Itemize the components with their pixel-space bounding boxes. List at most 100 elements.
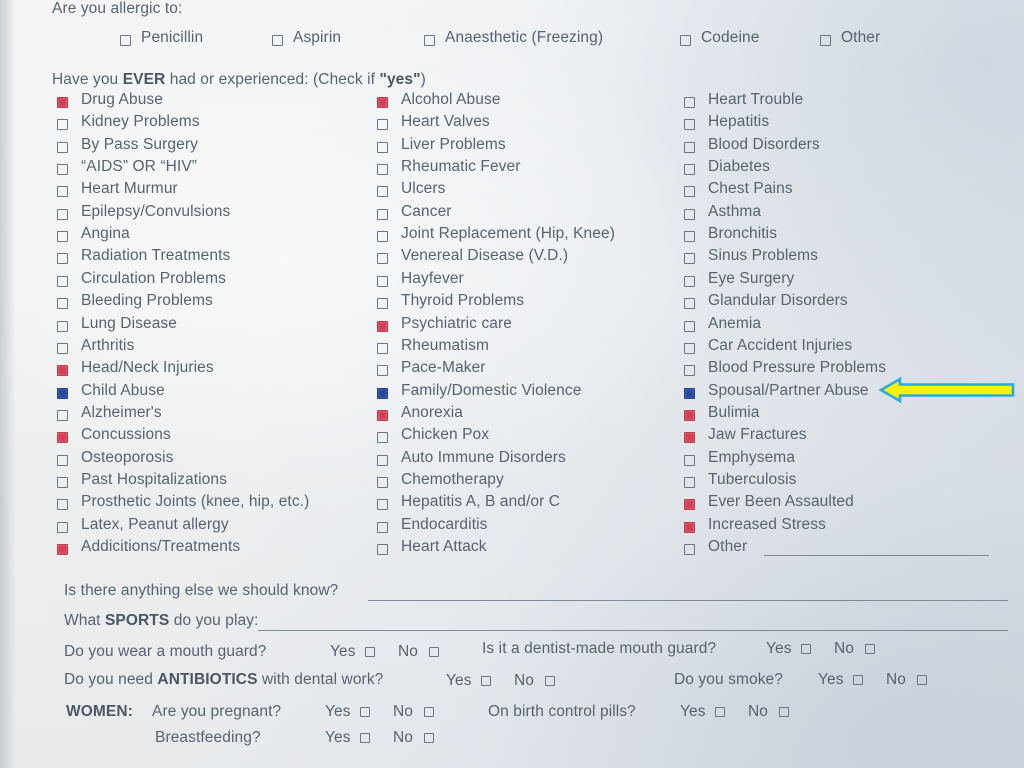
condition-label-heart-valves: Heart Valves [401, 113, 490, 131]
condition-checkbox-rheumatism[interactable] [377, 342, 388, 354]
condition-checkbox-emphysema[interactable] [684, 454, 695, 466]
condition-checkbox-anemia[interactable] [684, 320, 695, 332]
sports-input-line[interactable] [258, 630, 1008, 632]
condition-label-diabetes: Diabetes [708, 158, 770, 176]
condition-checkbox-arthritis[interactable] [57, 342, 68, 354]
condition-checkbox-chemotherapy[interactable] [377, 476, 388, 488]
breastfeeding-question: Breastfeeding? [155, 729, 261, 746]
allergy-checkbox-aspirin[interactable] [272, 35, 283, 46]
allergy-checkbox-anaesthetic-freezing[interactable] [424, 35, 435, 46]
condition-label-thyroid-problems: Thyroid Problems [401, 292, 525, 310]
allergy-checkbox-other[interactable] [820, 35, 831, 46]
condition-label-past-hospitalizations: Past Hospitalizations [81, 470, 227, 488]
condition-checkbox-pace-maker[interactable] [377, 365, 388, 377]
mouth-guard-yes-checkbox[interactable] [365, 647, 375, 657]
condition-checkbox-blood-pressure-problems[interactable] [684, 365, 695, 377]
condition-checkbox-asthma[interactable] [684, 208, 695, 220]
condition-checkbox-endocarditis[interactable] [377, 521, 388, 533]
condition-other-blank-line[interactable] [764, 555, 989, 557]
condition-checkbox-family-domestic-violence[interactable] [377, 387, 388, 399]
condition-label-chicken-pox: Chicken Pox [401, 426, 490, 444]
antibiotics-no-label: No [514, 672, 535, 689]
condition-checkbox-angina[interactable] [57, 231, 68, 243]
allergy-label-other: Other [841, 29, 881, 46]
condition-checkbox-bulimia[interactable] [684, 409, 695, 421]
pregnant-yes-checkbox[interactable] [360, 707, 370, 717]
condition-checkbox-blood-disorders[interactable] [684, 141, 695, 153]
mouth-guard-no-checkbox[interactable] [429, 647, 439, 657]
condition-checkbox-lung-disease[interactable] [57, 320, 68, 332]
condition-checkbox-liver-problems[interactable] [377, 141, 388, 153]
allergy-checkbox-codeine[interactable] [680, 35, 691, 46]
condition-checkbox-heart-trouble[interactable] [684, 97, 695, 108]
smoke-yes-checkbox[interactable] [853, 675, 863, 685]
dentist-made-no-checkbox[interactable] [865, 644, 875, 654]
pregnant-no-checkbox[interactable] [424, 707, 434, 717]
condition-label-increased-stress: Increased Stress [708, 515, 826, 533]
condition-checkbox-drug-abuse[interactable] [57, 97, 68, 108]
birth-control-yes-checkbox[interactable] [715, 707, 725, 717]
condition-checkbox-jaw-fractures[interactable] [684, 432, 695, 444]
condition-label-pace-maker: Pace-Maker [401, 359, 486, 377]
condition-checkbox-alcohol-abuse[interactable] [377, 97, 388, 108]
breastfeeding-yes-label: Yes [325, 729, 351, 746]
allergy-checkbox-penicillin[interactable] [120, 35, 131, 46]
condition-checkbox-car-accident-injuries[interactable] [684, 342, 695, 354]
yellow-arrow-annotation-icon [878, 376, 1015, 404]
antibiotics-yes-checkbox[interactable] [481, 676, 491, 686]
condition-checkbox-aids-or-hiv[interactable] [57, 164, 68, 176]
condition-checkbox-bleeding-problems[interactable] [57, 298, 68, 310]
condition-checkbox-osteoporosis[interactable] [57, 454, 68, 466]
condition-checkbox-hepatitis[interactable] [684, 119, 695, 131]
condition-checkbox-chicken-pox[interactable] [377, 432, 388, 444]
condition-label-spousal-partner-abuse: Spousal/Partner Abuse [708, 381, 869, 399]
antibiotics-no-checkbox[interactable] [545, 676, 555, 686]
condition-checkbox-rheumatic-fever[interactable] [377, 164, 388, 176]
condition-checkbox-venereal-disease-v-d[interactable] [377, 253, 388, 265]
breastfeeding-no-checkbox[interactable] [424, 733, 434, 743]
condition-checkbox-latex-peanut-allergy[interactable] [57, 521, 68, 533]
condition-checkbox-heart-attack[interactable] [377, 544, 388, 555]
condition-checkbox-auto-immune-disorders[interactable] [377, 454, 388, 466]
condition-checkbox-thyroid-problems[interactable] [377, 298, 388, 310]
condition-checkbox-ever-been-assaulted[interactable] [684, 499, 695, 511]
condition-checkbox-eye-surgery[interactable] [684, 275, 695, 287]
condition-checkbox-tuberculosis[interactable] [684, 476, 695, 488]
condition-checkbox-by-pass-surgery[interactable] [57, 141, 68, 153]
condition-checkbox-circulation-problems[interactable] [57, 275, 68, 287]
condition-checkbox-kidney-problems[interactable] [57, 119, 68, 131]
condition-checkbox-increased-stress[interactable] [684, 521, 695, 533]
condition-checkbox-child-abuse[interactable] [57, 387, 68, 399]
condition-label-other: Other [708, 538, 748, 555]
condition-checkbox-head-neck-injuries[interactable] [57, 365, 68, 377]
condition-checkbox-glandular-disorders[interactable] [684, 298, 695, 310]
dentist-made-yes-checkbox[interactable] [801, 644, 811, 654]
condition-checkbox-heart-valves[interactable] [377, 119, 388, 131]
condition-checkbox-radiation-treatments[interactable] [57, 253, 68, 265]
condition-checkbox-past-hospitalizations[interactable] [57, 476, 68, 488]
condition-checkbox-addicitions-treatments[interactable] [57, 544, 68, 555]
condition-checkbox-epilepsy-convulsions[interactable] [57, 208, 68, 220]
condition-label-asthma: Asthma [708, 202, 762, 220]
condition-checkbox-alzheimer-s[interactable] [57, 409, 68, 421]
condition-checkbox-heart-murmur[interactable] [57, 186, 68, 198]
condition-checkbox-hepatitis-a-b-and-or-c[interactable] [377, 499, 388, 511]
condition-checkbox-diabetes[interactable] [684, 164, 695, 176]
birth-control-no-checkbox[interactable] [779, 707, 789, 717]
condition-checkbox-prosthetic-joints-knee-hip-etc[interactable] [57, 499, 68, 511]
condition-checkbox-bronchitis[interactable] [684, 231, 695, 243]
condition-checkbox-anorexia[interactable] [377, 409, 388, 421]
condition-checkbox-other[interactable] [684, 544, 695, 555]
condition-checkbox-cancer[interactable] [377, 208, 388, 220]
condition-checkbox-sinus-problems[interactable] [684, 253, 695, 265]
anything-else-input-line[interactable] [368, 600, 1008, 602]
condition-checkbox-spousal-partner-abuse[interactable] [684, 387, 695, 399]
condition-checkbox-hayfever[interactable] [377, 275, 388, 287]
breastfeeding-yes-checkbox[interactable] [360, 733, 370, 743]
smoke-no-checkbox[interactable] [917, 675, 927, 685]
condition-checkbox-psychiatric-care[interactable] [377, 320, 388, 332]
condition-checkbox-joint-replacement-hip-knee[interactable] [377, 231, 388, 243]
condition-checkbox-ulcers[interactable] [377, 186, 388, 198]
condition-checkbox-concussions[interactable] [57, 432, 68, 444]
condition-checkbox-chest-pains[interactable] [684, 186, 695, 198]
